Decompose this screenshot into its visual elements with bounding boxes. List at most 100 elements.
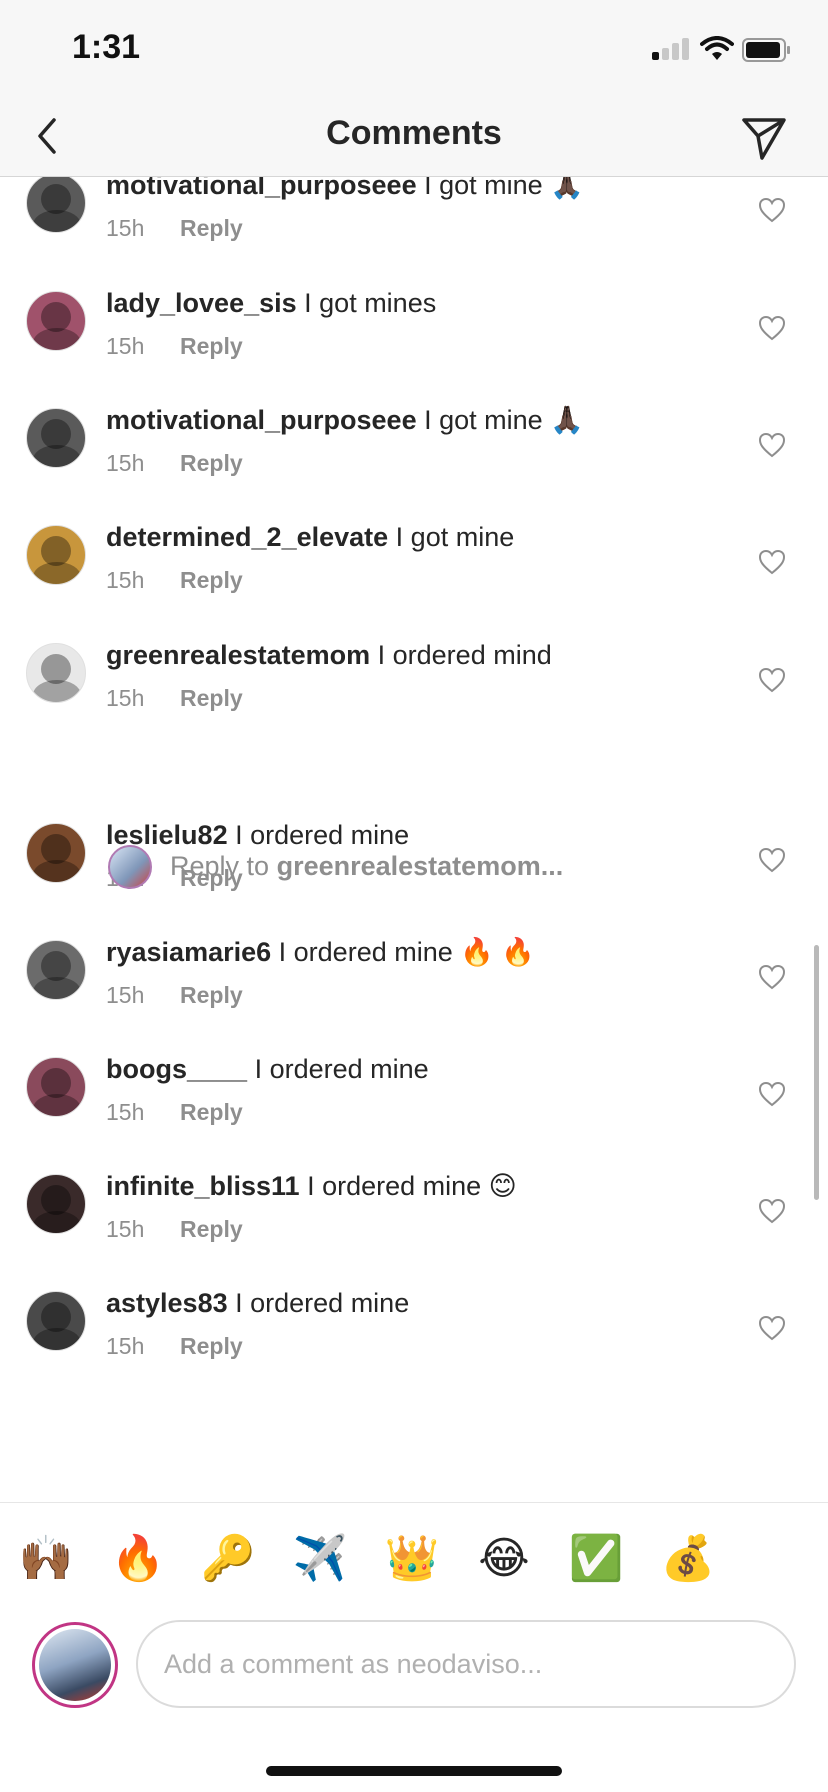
heart-icon[interactable] [758,667,786,693]
comment-username[interactable]: infinite_bliss11 [106,1171,300,1201]
emoji-laughing[interactable]: 😂 [474,1531,534,1587]
avatar [108,845,152,889]
comment-row[interactable]: lady_lovee_sis I got mines 15h Reply [0,285,828,405]
emoji-money-bag[interactable]: 💰 [658,1531,718,1587]
cellular-signal-icon [652,38,690,60]
comment-body: I got mine 🙏🏿 [424,177,584,200]
avatar[interactable] [26,1174,86,1234]
reply-prompt-text[interactable]: Reply to greenrealestatemom... [170,851,563,882]
comment-text: motivational_purposeee I got mine 🙏🏿 [106,402,746,438]
comment-text: determined_2_elevate I got mine [106,519,746,555]
heart-icon[interactable] [758,197,786,223]
heart-icon[interactable] [758,1081,786,1107]
comment-body: I got mine [395,522,515,552]
comment-username[interactable]: lady_lovee_sis [106,288,297,318]
avatar[interactable] [26,1057,86,1117]
wifi-icon [700,36,734,60]
emoji-crown[interactable]: 👑 [382,1531,442,1587]
reply-button[interactable]: Reply [180,567,243,593]
comment-username[interactable]: ryasiamarie6 [106,937,271,967]
direct-message-icon[interactable] [738,108,790,164]
comment-body: I ordered mine 😊 [307,1171,517,1201]
avatar[interactable] [26,408,86,468]
avatar[interactable] [26,1291,86,1351]
emoji-key[interactable]: 🔑 [198,1531,258,1587]
reply-username: greenrealestatemom... [276,851,564,881]
nav-bar: Comments [0,100,828,177]
comment-timestamp: 15h [106,333,145,359]
comments-list[interactable]: motivational_purposeee I got mine 🙏🏿 15h R… [0,177,828,1502]
comment-meta: 15h Reply [106,215,243,242]
reply-button[interactable]: Reply [180,982,243,1008]
comment-row[interactable]: infinite_bliss11 I ordered mine 😊 15h Repl… [0,1168,828,1288]
emoji-airplane[interactable]: ✈️ [290,1531,350,1587]
reply-button[interactable]: Reply [180,1333,243,1359]
comment-text: boogs____ I ordered mine [106,1051,746,1087]
emoji-raising-hands[interactable]: 🙌🏾 [16,1531,76,1587]
status-time: 1:31 [72,28,141,66]
comment-username[interactable]: determined_2_elevate [106,522,388,552]
comment-timestamp: 15h [106,450,145,476]
comment-username[interactable]: boogs____ [106,1054,247,1084]
reply-button[interactable]: Reply [180,450,243,476]
heart-icon[interactable] [758,432,786,458]
avatar[interactable] [26,177,86,233]
comment-text: lady_lovee_sis I got mines [106,285,746,321]
comment-username[interactable]: motivational_purposeee [106,177,417,200]
comment-row[interactable]: greenrealestatemom I ordered mind 15h Repl… [0,637,828,757]
emoji-check[interactable]: ✅ [566,1531,626,1587]
avatar[interactable] [26,525,86,585]
comment-meta: 15h Reply [106,450,243,477]
heart-icon[interactable] [758,315,786,341]
comment-row[interactable]: astyles83 I ordered mine 15h Reply [0,1285,828,1405]
comment-meta: 15h Reply [106,1099,243,1126]
comment-row[interactable]: boogs____ I ordered mine 15h Reply [0,1051,828,1171]
emoji-fire[interactable]: 🔥 [108,1531,168,1587]
comment-row[interactable]: motivational_purposeee I got mine 🙏🏿 15h R… [0,177,828,287]
comment-timestamp: 15h [106,982,145,1008]
home-indicator [266,1766,562,1776]
comment-text: greenrealestatemom I ordered mind [106,637,746,673]
reply-button[interactable]: Reply [180,215,243,241]
comment-row[interactable]: determined_2_elevate I got mine 15h Reply [0,519,828,639]
comment-username[interactable]: motivational_purposeee [106,405,417,435]
heart-icon[interactable] [758,549,786,575]
comment-input[interactable] [136,1620,796,1708]
avatar[interactable] [26,291,86,351]
reply-button[interactable]: Reply [180,1216,243,1242]
comment-body: I ordered mine [254,1054,429,1084]
comment-meta: 15h Reply [106,333,243,360]
heart-icon[interactable] [758,1198,786,1224]
comment-text: infinite_bliss11 I ordered mine 😊 [106,1168,746,1204]
scrollbar[interactable] [814,945,819,1200]
comment-body: I ordered mine 🔥 🔥 [278,937,535,967]
comment-meta: 15h Reply [106,685,243,712]
comment-row[interactable]: motivational_purposeee I got mine 🙏🏿 15h R… [0,402,828,522]
comment-body: I got mines [304,288,437,318]
comment-username[interactable]: greenrealestatemom [106,640,370,670]
battery-icon [742,38,790,62]
comment-text: motivational_purposeee I got mine 🙏🏿 [106,177,746,203]
avatar[interactable] [26,940,86,1000]
comment-input-row [0,1612,828,1722]
comment-timestamp: 15h [106,1216,145,1242]
reply-button[interactable]: Reply [180,1099,243,1125]
heart-icon[interactable] [758,1315,786,1341]
heart-icon[interactable] [758,964,786,990]
comment-row[interactable]: ryasiamarie6 I ordered mine 🔥 🔥 15h Reply [0,934,828,1054]
avatar[interactable] [26,643,86,703]
reply-button[interactable]: Reply [180,685,243,711]
comment-username[interactable]: astyles83 [106,1288,228,1318]
status-bar: 1:31 [0,0,828,100]
comment-timestamp: 15h [106,1099,145,1125]
comment-timestamp: 15h [106,567,145,593]
comment-meta: 15h Reply [106,1216,243,1243]
comment-text: ryasiamarie6 I ordered mine 🔥 🔥 [106,934,746,970]
comment-timestamp: 15h [106,685,145,711]
reply-button[interactable]: Reply [180,333,243,359]
screen: 1:31 Comments motivational_purposeee I g… [0,0,828,1792]
comment-meta: 15h Reply [106,567,243,594]
comment-body: I got mine 🙏🏿 [424,405,584,435]
comment-meta: 15h Reply [106,982,243,1009]
reply-prompt[interactable]: Reply to greenrealestatemom... [0,835,828,905]
